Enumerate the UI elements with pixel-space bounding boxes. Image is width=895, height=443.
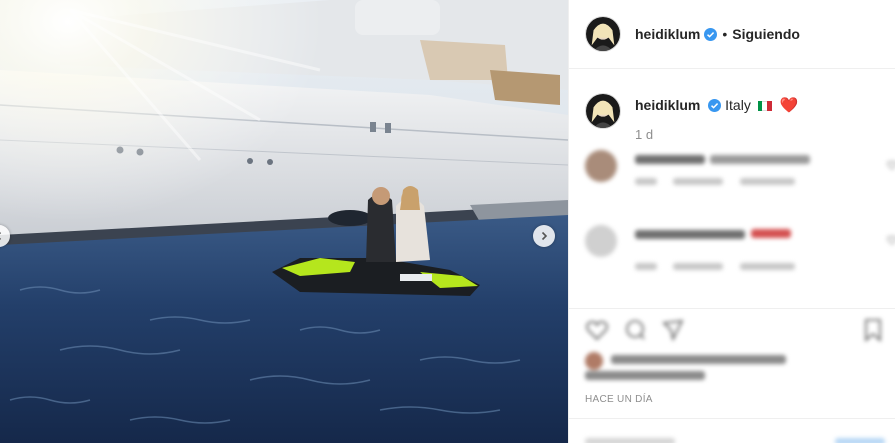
caption-heart: ❤️: [779, 97, 799, 114]
share-icon[interactable]: [661, 318, 685, 342]
comment-time: [635, 178, 657, 185]
caption-body: Italy: [725, 97, 751, 113]
comment-avatar[interactable]: [585, 150, 617, 182]
divider: [569, 308, 895, 309]
profile-picture: [586, 17, 620, 51]
header-separator: •: [722, 26, 728, 42]
heart-outline-icon[interactable]: [585, 318, 609, 342]
profile-picture: [586, 94, 620, 128]
heart-outline-icon[interactable]: [887, 160, 895, 170]
comment-text: [710, 155, 810, 164]
verified-badge-icon: [704, 27, 718, 41]
post-side-panel: heidiklum • Siguiendo heidiklum Italy ❤️…: [568, 0, 895, 443]
comment-username[interactable]: [635, 155, 705, 164]
post-photo[interactable]: [0, 0, 568, 443]
comment-likes[interactable]: [673, 178, 723, 185]
comment-item: [585, 225, 895, 270]
chevron-right-icon: [541, 231, 548, 241]
following-button[interactable]: Siguiendo: [732, 26, 800, 42]
comment-likes[interactable]: [673, 263, 723, 270]
caption-text: heidiklum Italy ❤️: [635, 93, 798, 114]
post-header: heidiklum • Siguiendo: [569, 0, 895, 69]
action-bar: [585, 318, 885, 344]
chevron-left-icon: [0, 232, 2, 240]
likes-line-1: [611, 355, 786, 364]
bookmark-icon[interactable]: [861, 318, 885, 342]
add-comment-area[interactable]: [585, 428, 885, 443]
verified-badge-icon: [708, 99, 722, 112]
caption-avatar[interactable]: [585, 93, 621, 129]
username-link[interactable]: heidiklum: [635, 26, 700, 42]
publish-button[interactable]: [835, 438, 885, 443]
likes-line-2: [585, 371, 705, 380]
divider: [569, 418, 895, 419]
comment-reply[interactable]: [740, 263, 795, 270]
comment-username[interactable]: [635, 230, 745, 239]
yacht-jetski-photo: [0, 0, 568, 443]
avatar[interactable]: [585, 16, 621, 52]
comment-icon[interactable]: [623, 318, 647, 342]
comment-text: [751, 229, 791, 238]
caption-username[interactable]: heidiklum: [635, 97, 700, 113]
comment-reply[interactable]: [740, 178, 795, 185]
caption-time[interactable]: 1 d: [635, 127, 653, 142]
likes-summary[interactable]: [585, 352, 885, 382]
caption: heidiklum Italy ❤️: [585, 93, 798, 129]
post-date: HACE UN DÍA: [585, 394, 653, 405]
comment-time: [635, 263, 657, 270]
add-comment-placeholder[interactable]: [585, 438, 675, 443]
italy-flag-icon: [757, 98, 772, 111]
liker-avatar[interactable]: [585, 352, 603, 370]
next-photo-button[interactable]: [533, 225, 555, 247]
heart-outline-icon[interactable]: [887, 235, 895, 245]
comment-item: [585, 150, 895, 190]
comment-avatar[interactable]: [585, 225, 617, 257]
